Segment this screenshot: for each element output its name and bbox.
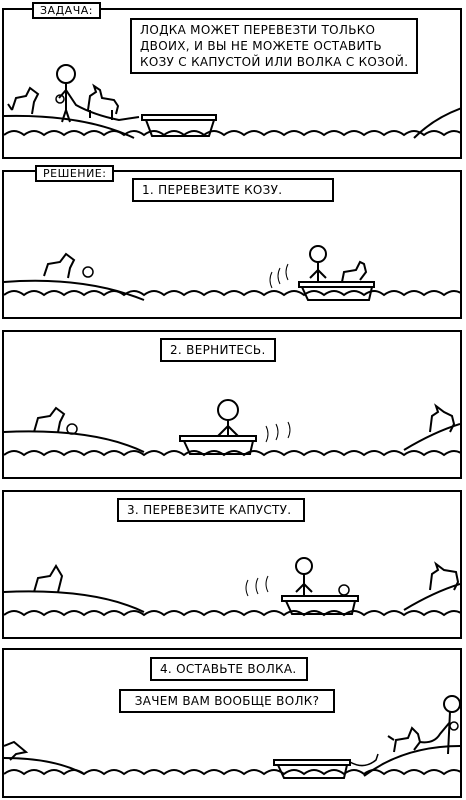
motion-lines: [265, 421, 291, 443]
goat-icon: [387, 726, 422, 753]
stick-figure-icon: [309, 245, 327, 282]
left-island: [4, 430, 145, 453]
caption-line: ДВОИХ, И ВЫ НЕ МОЖЕТЕ ОСТАВИТЬ: [140, 39, 382, 53]
panel-step-1: РЕШЕНИЕ: 1. ПЕРЕВЕЗИТЕ КОЗУ.: [2, 165, 462, 319]
water-waves: [4, 769, 460, 776]
cabbage-icon: [66, 423, 78, 435]
panel-step-4: 4. ОСТАВЬТЕ ВОЛКА. ЗАЧЕМ ВАМ ВООБЩЕ ВОЛК…: [2, 648, 462, 798]
caption-box: 4. ОСТАВЬТЕ ВОЛКА.: [150, 657, 308, 681]
wolf-icon: [43, 252, 76, 279]
water-waves: [4, 130, 460, 137]
motion-lines: [245, 575, 269, 597]
left-island: [4, 590, 145, 613]
motion-lines: [269, 263, 289, 289]
stick-figure-icon: [217, 399, 239, 437]
wolf-icon: [7, 86, 40, 115]
left-island: [4, 757, 85, 775]
cabbage-icon: [449, 721, 459, 731]
panel-step-3: 3. ПЕРЕВЕЗИТЕ КАПУСТУ.: [2, 490, 462, 639]
stick-figure-icon: [56, 64, 140, 123]
wolf-icon: [33, 564, 64, 593]
panel-problem: ЗАДАЧА: ЛОДКА МОЖЕТ ПЕРЕВЕЗТИ ТОЛЬКО ДВО…: [2, 2, 462, 159]
boat-icon: [273, 759, 351, 779]
panel-label: РЕШЕНИЕ:: [35, 165, 115, 182]
goat-icon: [341, 260, 368, 283]
wolf-icon: [33, 406, 66, 433]
cabbage-icon: [82, 266, 94, 278]
caption-line: КОЗУ С КАПУСТОЙ ИЛИ ВОЛКА С КОЗОЙ.: [140, 55, 409, 69]
goat-icon: [87, 83, 120, 120]
stick-figure-icon: [295, 557, 313, 596]
boat-rope: [349, 753, 379, 767]
water-waves: [4, 610, 460, 617]
caption-box: 3. ПЕРЕВЕЗИТЕ КАПУСТУ.: [117, 498, 305, 522]
caption-box-question: ЗАЧЕМ ВАМ ВООБЩЕ ВОЛК?: [119, 689, 335, 713]
right-hill: [403, 583, 460, 611]
panel-label: ЗАДАЧА:: [32, 2, 101, 19]
cabbage-icon: [338, 584, 350, 596]
water-waves: [4, 290, 460, 297]
caption-box: 2. ВЕРНИТЕСЬ.: [160, 338, 276, 362]
caption-line: ЛОДКА МОЖЕТ ПЕРЕВЕЗТИ ТОЛЬКО: [140, 23, 376, 37]
caption-box: ЛОДКА МОЖЕТ ПЕРЕВЕЗТИ ТОЛЬКО ДВОИХ, И ВЫ…: [130, 18, 419, 74]
panel-step-2: 2. ВЕРНИТЕСЬ.: [2, 330, 462, 479]
caption-box: 1. ПЕРЕВЕЗИТЕ КОЗУ.: [132, 178, 334, 202]
